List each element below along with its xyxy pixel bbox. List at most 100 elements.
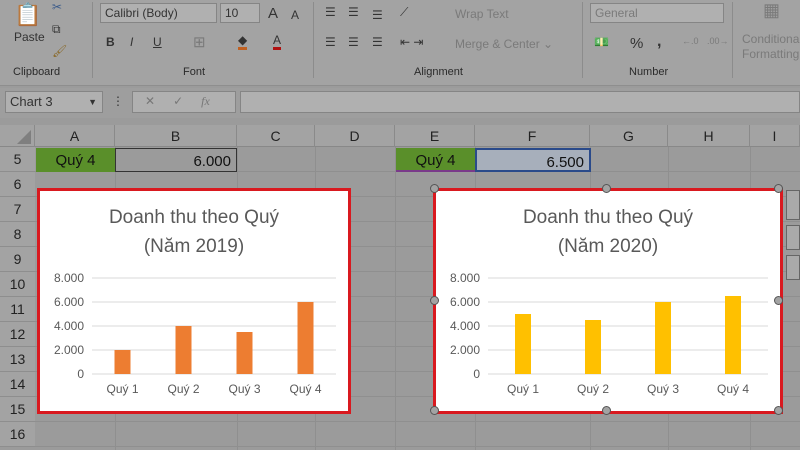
chart-2020[interactable]: Doanh thu theo Quý (Năm 2020) 0 2.000 4.00… (433, 188, 783, 414)
chart-elements-button[interactable] (786, 190, 800, 220)
align-middle-icon[interactable]: ☰ (348, 5, 359, 19)
wrap-text-label: Wrap Text (455, 7, 509, 21)
cf-label-2: Formatting (742, 47, 800, 61)
column-header-D[interactable]: D (315, 125, 395, 147)
row-header-12[interactable]: 12 (0, 322, 35, 347)
align-center-icon[interactable]: ☰ (348, 35, 359, 49)
clipboard-group-label: Clipboard (13, 66, 61, 78)
resize-handle[interactable] (774, 406, 783, 415)
row-header-5[interactable]: 5 (0, 147, 35, 172)
resize-handle[interactable] (602, 406, 611, 415)
column-header-G[interactable]: G (590, 125, 668, 147)
font-name-select[interactable]: Calibri (Body) (100, 3, 217, 23)
row-header-7[interactable]: 7 (0, 197, 35, 222)
decrease-decimal-icon[interactable]: .00→ (707, 36, 729, 46)
resize-handle[interactable] (430, 406, 439, 415)
cut-icon[interactable]: ✂ (52, 0, 62, 14)
y-tick-label: 2.000 (450, 343, 480, 357)
bar-Quý-3 (655, 302, 671, 374)
column-header-B[interactable]: B (115, 125, 237, 147)
cell-F5[interactable]: 6.500 (475, 148, 591, 172)
name-box[interactable]: Chart 3 ▼ (5, 91, 103, 113)
chart-styles-button[interactable] (786, 225, 800, 250)
fill-color-icon[interactable]: ◆ (238, 33, 248, 50)
orientation-icon[interactable]: ⟋ (400, 5, 408, 20)
conditional-formatting-icon[interactable]: ▦ (763, 0, 780, 21)
bar-Quý-4 (725, 296, 741, 374)
resize-handle[interactable] (774, 296, 783, 305)
decrease-font-icon[interactable]: A (291, 8, 299, 22)
chart-2019[interactable]: Doanh thu theo Quý (Năm 2019) 0 2.000 4.00… (37, 188, 351, 414)
bar-Quý-1 (515, 314, 531, 374)
cell-A5[interactable]: Quý 4 (36, 148, 115, 172)
column-header-H[interactable]: H (668, 125, 750, 147)
paste-icon[interactable]: 📋 (14, 2, 41, 28)
y-tick-label: 8.000 (450, 271, 480, 285)
percent-button[interactable]: % (630, 35, 643, 52)
row-header-8[interactable]: 8 (0, 222, 35, 247)
align-right-icon[interactable]: ☰ (372, 35, 383, 49)
column-header-A[interactable]: A (35, 125, 115, 147)
y-tick-label: 6.000 (54, 295, 84, 309)
column-header-I[interactable]: I (750, 125, 800, 147)
number-format-select[interactable]: General (590, 3, 724, 23)
enter-icon[interactable]: ✓ (173, 94, 183, 108)
resize-handle[interactable] (774, 184, 783, 193)
underline-button[interactable]: U (153, 35, 162, 49)
currency-icon[interactable]: 💵 (594, 35, 609, 49)
cancel-icon[interactable]: ✕ (145, 94, 155, 108)
align-bottom-icon[interactable]: ☰ (372, 8, 383, 22)
y-tick-label: 8.000 (54, 271, 84, 285)
conditional-formatting-button[interactable]: Conditional Formatting (742, 32, 800, 62)
font-color-icon[interactable]: A (273, 33, 282, 50)
more-icon: ⋮ (112, 94, 124, 108)
column-header-F[interactable]: F (475, 125, 590, 147)
resize-handle[interactable] (430, 184, 439, 193)
x-tick-label: Quý 4 (717, 382, 749, 396)
indent-icons[interactable]: ⇤ ⇥ (400, 35, 423, 49)
chart-filters-button[interactable] (786, 255, 800, 280)
select-all-button[interactable] (0, 125, 35, 147)
row-header-10[interactable]: 10 (0, 272, 35, 297)
resize-handle[interactable] (602, 184, 611, 193)
row-header-6[interactable]: 6 (0, 172, 35, 197)
row-header-15[interactable]: 15 (0, 397, 35, 422)
column-header-E[interactable]: E (395, 125, 475, 147)
increase-decimal-icon[interactable]: ←.0 (682, 36, 699, 46)
gridline (35, 446, 800, 447)
resize-handle[interactable] (430, 296, 439, 305)
increase-font-icon[interactable]: A (268, 5, 278, 22)
column-header-C[interactable]: C (237, 125, 315, 147)
cf-label-1: Conditional (742, 32, 800, 46)
y-tick-label: 4.000 (54, 319, 84, 333)
wrap-text-button[interactable]: Wrap Text (455, 7, 509, 21)
insert-function-icon[interactable]: fx (201, 94, 210, 108)
italic-button[interactable]: I (130, 35, 133, 49)
x-tick-label: Quý 1 (507, 382, 539, 396)
copy-icon[interactable]: ⧉ (52, 22, 61, 37)
bar-Quý-1 (114, 350, 131, 374)
alignment-group-label: Alignment (414, 66, 463, 78)
ribbon: 📋 Paste ✂ ⧉ 🖌 Clipboard Calibri (Body) 1… (0, 0, 800, 86)
comma-button[interactable]: , (657, 33, 661, 51)
paste-button[interactable]: Paste (14, 30, 45, 44)
font-size-select[interactable]: 10 (220, 3, 260, 23)
row-header-13[interactable]: 13 (0, 347, 35, 372)
row-header-14[interactable]: 14 (0, 372, 35, 397)
formula-bar: Chart 3 ▼ ⋮ ✕ ✓ fx (0, 88, 800, 118)
bold-button[interactable]: B (106, 35, 115, 49)
row-header-11[interactable]: 11 (0, 297, 35, 322)
formula-input[interactable] (240, 91, 800, 113)
row-header-9[interactable]: 9 (0, 247, 35, 272)
merge-center-button[interactable]: Merge & Center ⌄ (455, 37, 553, 51)
cell-B5[interactable]: 6.000 (115, 148, 237, 172)
merge-center-label: Merge & Center (455, 37, 540, 51)
align-top-icon[interactable]: ☰ (325, 5, 336, 19)
number-group-label: Number (629, 66, 669, 78)
borders-icon[interactable]: ⊞ (193, 33, 206, 51)
chart-plot: 0 2.000 4.000 6.000 8.000 Quý 1 Quý 2 Quý 3 Quý … (450, 271, 768, 396)
align-left-icon[interactable]: ☰ (325, 35, 336, 49)
row-header-16[interactable]: 16 (0, 422, 35, 447)
format-painter-icon[interactable]: 🖌 (52, 44, 67, 58)
cell-E5[interactable]: Quý 4 (396, 148, 475, 172)
